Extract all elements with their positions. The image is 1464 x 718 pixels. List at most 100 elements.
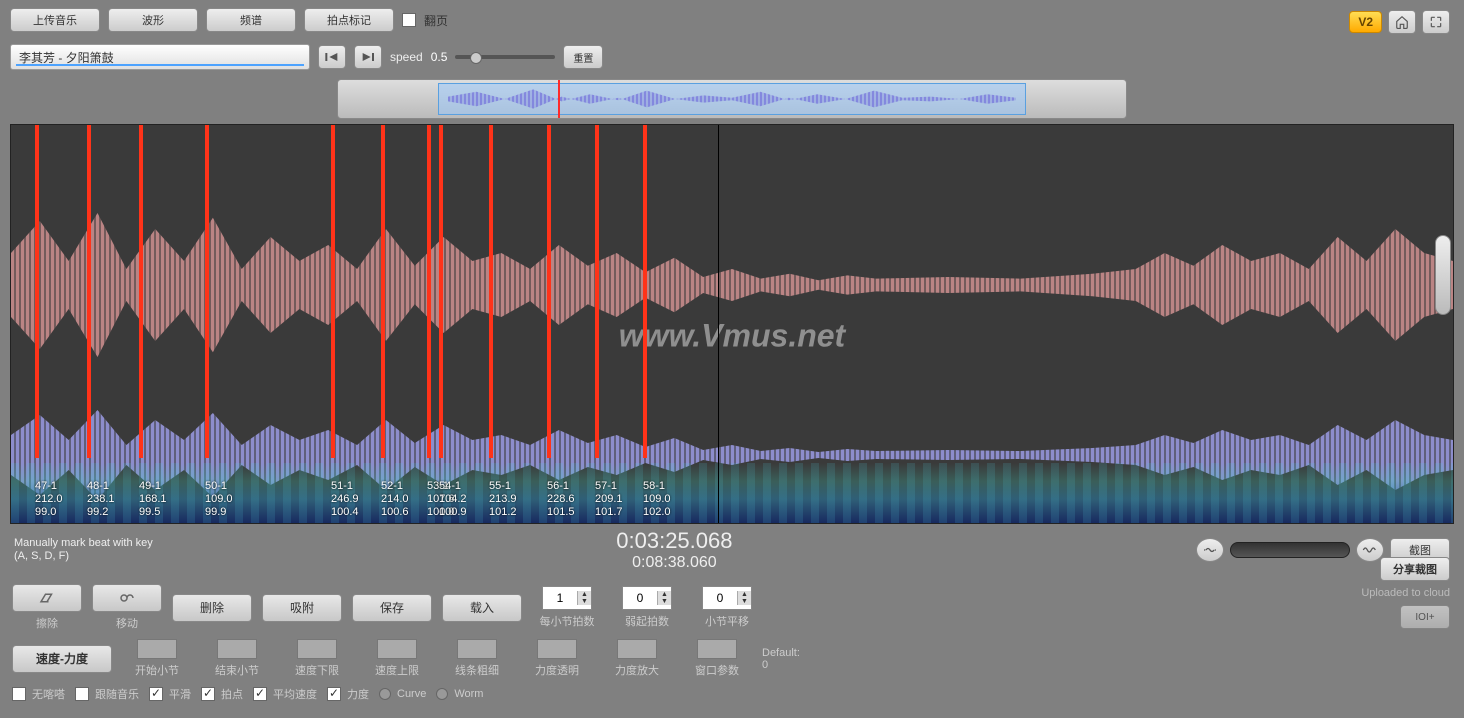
speed-slider[interactable] <box>455 55 555 59</box>
beat-marker-line[interactable] <box>381 125 385 458</box>
vertical-scroll-thumb[interactable] <box>1435 235 1451 315</box>
snap-button[interactable]: 吸附 <box>262 594 342 622</box>
beat-marker-line[interactable] <box>427 125 431 458</box>
dyn-zoom-input[interactable] <box>617 639 657 659</box>
playhead-line[interactable] <box>718 125 719 523</box>
curve-radio[interactable] <box>379 688 391 700</box>
worm-radio[interactable] <box>436 688 448 700</box>
params-row: 速度-力度 开始小节 结束小节 速度下限 速度上限 线条粗细 力度透明 力度放大… <box>12 639 1452 678</box>
hint-line2: (A, S, D, F) <box>14 550 153 563</box>
fullscreen-icon[interactable] <box>1422 10 1450 34</box>
smooth-label: 平滑 <box>169 686 191 702</box>
noclick-checkbox[interactable] <box>12 687 26 701</box>
start-bar-label: 开始小节 <box>122 662 192 678</box>
beats-per-bar-input[interactable] <box>543 591 577 605</box>
end-bar-input[interactable] <box>217 639 257 659</box>
up-arrow-icon[interactable]: ▲ <box>737 591 751 598</box>
beat-marker-line[interactable] <box>87 125 91 458</box>
beats-per-bar-spinner[interactable]: ▲▼ <box>542 586 592 610</box>
beat-marker-line[interactable] <box>331 125 335 458</box>
reset-speed-button[interactable]: 重置 <box>563 45 603 69</box>
play-bar: 李其芳 - 夕阳箫鼓 speed 0.5 重置 <box>0 40 1464 74</box>
speed-label: speed <box>390 50 423 64</box>
erase-button[interactable] <box>12 584 82 612</box>
dyn-alpha-input[interactable] <box>537 639 577 659</box>
load-button[interactable]: 载入 <box>442 594 522 622</box>
flip-page-label: 翻页 <box>424 12 448 29</box>
beat-mark-button[interactable]: 拍点标记 <box>304 8 394 32</box>
dynamics-checkbox[interactable] <box>327 687 341 701</box>
down-arrow-icon[interactable]: ▼ <box>657 598 671 605</box>
upload-music-button[interactable]: 上传音乐 <box>10 8 100 32</box>
beat-checkbox[interactable] <box>201 687 215 701</box>
line-width-label: 线条粗细 <box>442 662 512 678</box>
upbeats-spinner[interactable]: ▲▼ <box>622 586 672 610</box>
line-width-input[interactable] <box>457 639 497 659</box>
zoom-out-icon[interactable] <box>1196 538 1224 562</box>
up-arrow-icon[interactable]: ▲ <box>577 591 591 598</box>
ioi-button[interactable]: IOI+ <box>1400 605 1450 629</box>
upbeats-input[interactable] <box>623 591 657 605</box>
beat-label-column: 47-1212.099.0 <box>35 480 95 519</box>
bar-offset-input[interactable] <box>703 591 737 605</box>
speed-value: 0.5 <box>431 50 448 64</box>
beat-marker-line[interactable] <box>489 125 493 458</box>
share-crop-button[interactable]: 分享裁图 <box>1380 557 1450 581</box>
checkbox-row: 无喀嗒 跟随音乐 平滑 拍点 平均速度 力度 Curve Worm <box>12 686 1452 702</box>
beat-marker-line[interactable] <box>643 125 647 458</box>
spectrum-button[interactable]: 频谱 <box>206 8 296 32</box>
overview-waveform[interactable] <box>337 79 1127 119</box>
beat-label: 拍点 <box>221 686 243 702</box>
zoom-slider[interactable] <box>1230 542 1350 558</box>
waveform-button[interactable]: 波形 <box>108 8 198 32</box>
track-title-field[interactable]: 李其芳 - 夕阳箫鼓 <box>10 44 310 70</box>
dyn-alpha-label: 力度透明 <box>522 662 592 678</box>
smooth-checkbox[interactable] <box>149 687 163 701</box>
beat-marker-line[interactable] <box>439 125 443 458</box>
beat-marker-line[interactable] <box>139 125 143 458</box>
beat-label-column: 48-1238.199.2 <box>87 480 147 519</box>
default-label: Default: <box>762 647 800 659</box>
version-badge: V2 <box>1349 11 1382 33</box>
window-params-input[interactable] <box>697 639 737 659</box>
total-time: 0:08:38.060 <box>616 554 732 572</box>
upbeats-label: 弱起拍数 <box>612 613 682 629</box>
erase-label: 擦除 <box>12 615 82 631</box>
end-bar-label: 结束小节 <box>202 662 272 678</box>
start-bar-input[interactable] <box>137 639 177 659</box>
down-arrow-icon[interactable]: ▼ <box>737 598 751 605</box>
tempo-low-input[interactable] <box>297 639 337 659</box>
play-button[interactable] <box>354 45 382 69</box>
top-toolbar: 上传音乐 波形 频谱 拍点标记 翻页 <box>0 0 1464 40</box>
move-label: 移动 <box>92 615 162 631</box>
beat-label-column: 49-1168.199.5 <box>139 480 199 519</box>
worm-label: Worm <box>454 688 483 700</box>
main-waveform-panel[interactable]: www.Vmus.net 47-1212.099.048-1238.199.24… <box>10 124 1454 524</box>
overview-playhead[interactable] <box>558 80 560 118</box>
save-button[interactable]: 保存 <box>352 594 432 622</box>
tempo-high-label: 速度上限 <box>362 662 432 678</box>
up-arrow-icon[interactable]: ▲ <box>657 591 671 598</box>
home-icon[interactable] <box>1388 10 1416 34</box>
beat-label-column: 55-1213.9101.2 <box>489 480 549 519</box>
move-button[interactable] <box>92 584 162 612</box>
previous-button[interactable] <box>318 45 346 69</box>
flip-page-checkbox[interactable] <box>402 13 416 27</box>
beat-marker-line[interactable] <box>595 125 599 458</box>
header-right-controls: V2 <box>1349 10 1450 34</box>
bar-offset-spinner[interactable]: ▲▼ <box>702 586 752 610</box>
beat-marker-line[interactable] <box>547 125 551 458</box>
avg-tempo-checkbox[interactable] <box>253 687 267 701</box>
down-arrow-icon[interactable]: ▼ <box>577 598 591 605</box>
follow-checkbox[interactable] <box>75 687 89 701</box>
avg-tempo-label: 平均速度 <box>273 686 317 702</box>
beat-marker-line[interactable] <box>35 125 39 458</box>
window-params-label: 窗口参数 <box>682 662 752 678</box>
beat-marker-line[interactable] <box>205 125 209 458</box>
tempo-dynamics-button[interactable]: 速度-力度 <box>12 645 112 673</box>
beats-per-bar-label: 每小节拍数 <box>532 613 602 629</box>
beat-label-column: 58-1109.0102.0 <box>643 480 703 519</box>
tempo-high-input[interactable] <box>377 639 417 659</box>
delete-button[interactable]: 删除 <box>172 594 252 622</box>
watermark-text: www.Vmus.net <box>619 317 845 354</box>
